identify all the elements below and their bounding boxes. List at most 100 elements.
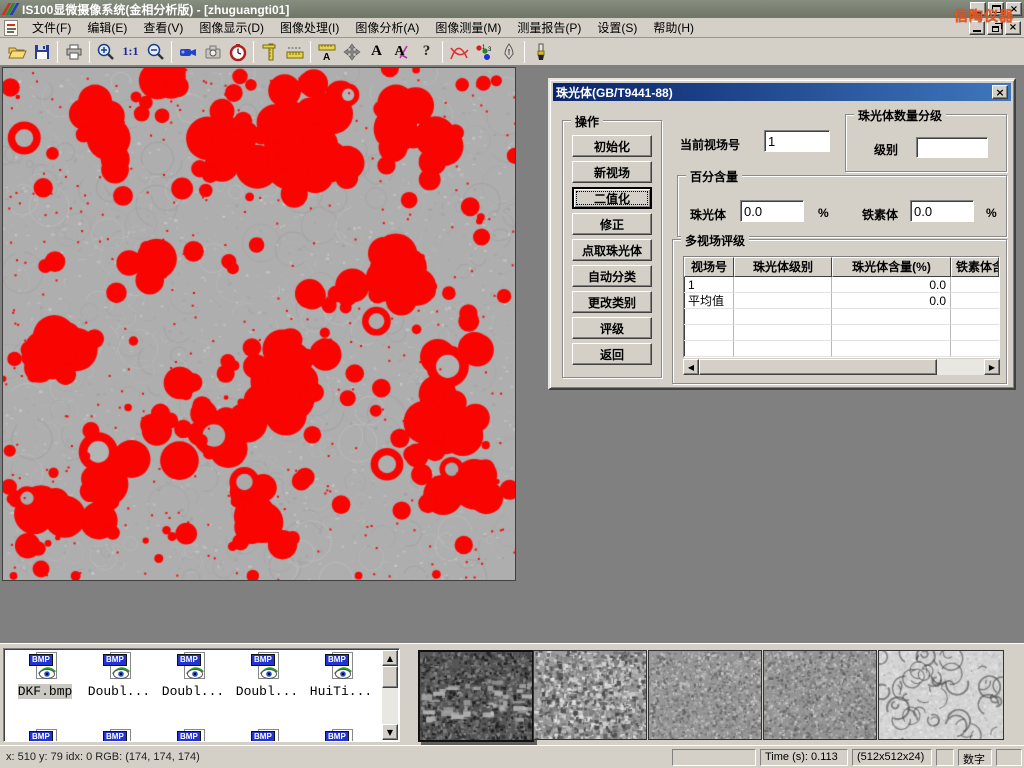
grading-table[interactable]: 视场号 珠光体级别 珠光体含量(%) 铁素体含量(%) 1 0.0 平均值 0.… [683, 256, 1000, 358]
col-ferrite-content[interactable]: 铁素体含量(%) [951, 257, 999, 277]
file-item[interactable]: BMP DKF.bmp [8, 652, 82, 699]
menu-image-display[interactable]: 图像显示(D) [191, 17, 272, 38]
file-item[interactable]: BMP [304, 729, 378, 742]
ferrite-input[interactable] [910, 200, 974, 222]
curve-tool-icon[interactable] [446, 40, 471, 64]
table-row[interactable]: 平均值 0.0 [684, 293, 999, 309]
file-item[interactable]: BMP [8, 729, 82, 742]
print-icon[interactable] [61, 40, 86, 64]
menu-view[interactable]: 查看(V) [135, 17, 191, 38]
scroll-left-icon[interactable]: ◀ [683, 359, 699, 375]
annotate-text-icon[interactable]: A [389, 40, 414, 64]
table-row[interactable]: 1 0.0 [684, 277, 999, 293]
file-name[interactable]: Doubl... [230, 684, 304, 699]
save-icon[interactable] [29, 40, 54, 64]
change-class-button[interactable]: 更改类别 [572, 291, 652, 313]
table-row[interactable] [684, 341, 999, 357]
brush-icon[interactable] [528, 40, 553, 64]
new-field-button[interactable]: 新视场 [572, 161, 652, 183]
text-tool-icon[interactable]: A [364, 40, 389, 64]
file-item[interactable]: BMP [156, 729, 230, 742]
dialog-title-bar[interactable]: 珠光体(GB/T9441-88) × [553, 83, 1011, 101]
cell [951, 293, 999, 309]
menu-file[interactable]: 文件(F) [24, 17, 79, 38]
binarize-button[interactable]: 二值化 [572, 187, 652, 209]
ferrite-unit: % [986, 206, 997, 220]
scroll-down-icon[interactable]: ▼ [382, 724, 398, 740]
auto-classify-button[interactable]: 自动分类 [572, 265, 652, 287]
move-cross-icon[interactable] [339, 40, 364, 64]
thumbnail-5[interactable] [878, 650, 1004, 740]
file-item[interactable]: BMP [82, 729, 156, 742]
file-name-selected[interactable]: DKF.bmp [18, 684, 73, 699]
file-browser-panel: BMP DKF.bmp BMP Doubl... BMP Doubl... BM… [0, 643, 1024, 745]
thumbnail-2[interactable] [533, 650, 647, 740]
caliper-text-icon[interactable]: A [314, 40, 339, 64]
menu-help[interactable]: 帮助(H) [645, 17, 702, 38]
file-name[interactable]: Doubl... [82, 684, 156, 699]
title-bar[interactable]: IS100显微摄像系统(金相分析版) - [zhuguangti01] × [0, 0, 1024, 18]
numbered-markers-icon[interactable]: 13 [471, 40, 496, 64]
vendor-watermark: 信陶仪器 [954, 6, 1014, 26]
file-name[interactable]: HuiTi... [304, 684, 378, 699]
file-item[interactable]: BMP Doubl... [82, 652, 156, 699]
scrollbar-thumb[interactable] [382, 666, 398, 688]
table-row[interactable] [684, 309, 999, 325]
pick-pearlite-button[interactable]: 点取珠光体 [572, 239, 652, 261]
correct-button[interactable]: 修正 [572, 213, 652, 235]
grade-group-label: 珠光体数量分级 [854, 107, 946, 124]
dialog-close-icon[interactable]: × [992, 85, 1008, 99]
metallographic-image[interactable] [2, 67, 516, 581]
pearlite-input[interactable] [740, 200, 804, 222]
menu-measure-report[interactable]: 测量报告(P) [509, 17, 589, 38]
thumbnail-3[interactable] [648, 650, 762, 740]
current-field-input[interactable] [764, 130, 830, 152]
file-item[interactable]: BMP [230, 729, 304, 742]
file-item[interactable]: BMP Doubl... [230, 652, 304, 699]
ruler-horizontal-icon[interactable] [282, 40, 307, 64]
scroll-up-icon[interactable]: ▲ [382, 650, 398, 666]
file-listbox[interactable]: BMP DKF.bmp BMP Doubl... BMP Doubl... BM… [3, 648, 400, 742]
bmp-file-icon: BMP [28, 729, 62, 742]
col-field-no[interactable]: 视场号 [684, 257, 734, 277]
zoom-in-icon[interactable] [93, 40, 118, 64]
col-pearlite-grade[interactable]: 珠光体级别 [734, 257, 832, 277]
return-button[interactable]: 返回 [572, 343, 652, 365]
menu-image-measure[interactable]: 图像测量(M) [427, 17, 509, 38]
scrollbar-thumb[interactable] [699, 359, 937, 375]
file-item[interactable]: BMP Doubl... [156, 652, 230, 699]
percent-group-label: 百分含量 [686, 168, 742, 185]
svg-text:3: 3 [488, 47, 492, 53]
pen-nib-icon[interactable] [496, 40, 521, 64]
bmp-file-icon: BMP [324, 652, 358, 682]
file-list-scrollbar[interactable]: ▲ ▼ [382, 650, 398, 740]
document-icon[interactable] [4, 20, 18, 36]
grade-button[interactable]: 评级 [572, 317, 652, 339]
caliper-vertical-icon[interactable] [257, 40, 282, 64]
menu-image-analysis[interactable]: 图像分析(A) [347, 17, 427, 38]
actual-size-icon[interactable]: 1:1 [118, 40, 143, 64]
thumbnail-4[interactable] [763, 650, 877, 740]
open-folder-icon[interactable] [4, 40, 29, 64]
menu-edit[interactable]: 编辑(E) [79, 17, 135, 38]
scroll-right-icon[interactable]: ▶ [984, 359, 1000, 375]
thumbnail-1[interactable] [418, 650, 534, 742]
video-camera-icon[interactable] [175, 40, 200, 64]
zoom-out-icon[interactable] [143, 40, 168, 64]
percent-group: 百分含量 珠光体 % 铁素体 % [677, 175, 1007, 237]
table-row[interactable] [684, 325, 999, 341]
stopwatch-icon[interactable] [225, 40, 250, 64]
camera-icon[interactable] [200, 40, 225, 64]
bmp-file-icon: BMP [250, 729, 284, 742]
bmp-file-icon: BMP [324, 729, 358, 742]
table-horizontal-scrollbar[interactable]: ◀ ▶ [683, 359, 1000, 375]
file-item[interactable]: BMP HuiTi... [304, 652, 378, 699]
menu-settings[interactable]: 设置(S) [589, 17, 645, 38]
bmp-file-icon: BMP [28, 652, 62, 682]
help-icon[interactable]: ? [414, 40, 439, 64]
menu-image-processing[interactable]: 图像处理(I) [272, 17, 347, 38]
file-name[interactable]: Doubl... [156, 684, 230, 699]
initialize-button[interactable]: 初始化 [572, 135, 652, 157]
col-pearlite-content[interactable]: 珠光体含量(%) [832, 257, 951, 277]
level-input[interactable] [916, 137, 988, 158]
